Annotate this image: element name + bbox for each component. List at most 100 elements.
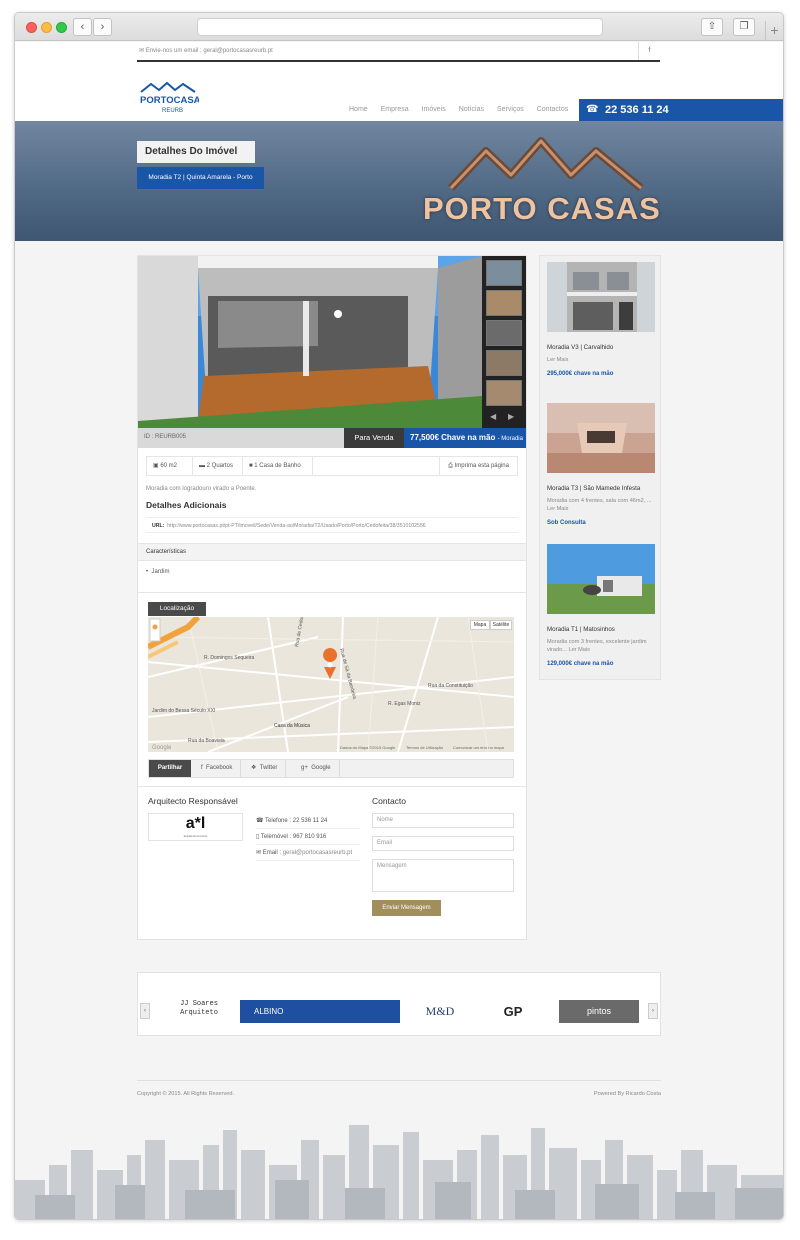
related-price: 129,000€ chave na mão: [547, 661, 614, 667]
map-attribution: Dados do Mapa ©2015 Google: [340, 745, 396, 750]
area-icon: ▣: [153, 463, 159, 469]
location-map[interactable]: R. Domingos Sequeira Rua de Cedofeita R.…: [148, 617, 514, 752]
map-type-button[interactable]: Mapa: [470, 620, 490, 630]
related-price: 295,000€ chave na mão: [547, 371, 614, 377]
property-id: ID : REURB005: [144, 434, 187, 440]
close-window-button[interactable]: [26, 22, 37, 33]
message-field[interactable]: Mensagem: [372, 859, 514, 892]
minimize-window-button[interactable]: [41, 22, 52, 33]
nav-servicos[interactable]: Serviços: [497, 106, 524, 113]
thumbnail[interactable]: [486, 320, 522, 346]
related-property-card[interactable]: Moradia T1 | Matosinhos Moradia com 3 fr…: [547, 544, 655, 667]
property-breadcrumb: Moradia T2 | Quinta Amarela - Porto: [137, 167, 264, 189]
facebook-icon[interactable]: f: [638, 42, 660, 60]
logo-line2: REURB: [162, 108, 183, 114]
address-bar[interactable]: [197, 18, 603, 36]
email-field[interactable]: Email: [372, 836, 514, 851]
architect-info: ☎ Telefone : 22 536 11 24 ▯ Telemóvel : …: [256, 813, 360, 861]
thumbnail-strip: ◀ ▶: [482, 256, 526, 428]
phone-banner[interactable]: ☎ 22 536 11 24: [579, 99, 783, 121]
map-terms-link: Termos de Utilização: [406, 745, 444, 750]
property-render-image: [138, 256, 482, 428]
banner-brand: PORTO CASAS: [423, 191, 661, 226]
forward-button[interactable]: ›: [93, 18, 112, 36]
share-label: Partilhar: [149, 760, 191, 777]
architect-logo-text: a*l: [185, 815, 206, 832]
nav-imoveis[interactable]: Imóveis: [422, 106, 446, 113]
share-facebook[interactable]: f Facebook: [193, 760, 242, 777]
feature-bathrooms: ■ 1 Casa de Banho: [243, 457, 313, 475]
carousel-prev-icon[interactable]: ‹: [140, 1003, 150, 1019]
url-value[interactable]: http://www.portocasas.pt/pt-PT/imoveil/S…: [167, 523, 425, 529]
related-text: Ler Mais: [547, 357, 569, 363]
architect-email: ✉ Email : geral@portocasasreurb.pt: [256, 845, 360, 861]
related-properties: Moradia V3 | Carvalhido Ler Mais 295,000…: [539, 255, 661, 680]
carousel-next-icon[interactable]: ›: [648, 1003, 658, 1019]
site-header: ✉ Envie-nos um email : geral@portocasasr…: [15, 42, 783, 121]
nav-home[interactable]: Home: [349, 106, 368, 113]
related-text: Moradia com 4 frentes, sala com 46m2, ..…: [547, 498, 652, 512]
partner-logo-jj-soares[interactable]: JJ Soares Arquiteto: [174, 1000, 224, 1023]
partner-logo-md[interactable]: M&D: [420, 1000, 460, 1023]
svg-text:Google: Google: [152, 745, 172, 751]
thumbnail[interactable]: [486, 290, 522, 316]
browser-toolbar: ‹ › ⇧ ❐ +: [15, 13, 783, 41]
twitter-icon: ❖: [251, 765, 257, 771]
related-title[interactable]: Moradia V3 | Carvalhido: [547, 344, 655, 351]
feature-area: ▣ 60 m2: [147, 457, 193, 475]
architect-logo: a*l arquitectura locus: [148, 813, 243, 841]
nav-noticias[interactable]: Notícias: [459, 106, 484, 113]
map-report-link: Comunicar um erro no mapa: [453, 745, 505, 750]
url-label: URL:: [152, 523, 165, 529]
roofs-graphic: [448, 137, 644, 192]
related-property-card[interactable]: Moradia T3 | São Mamede Infesta Moradia …: [547, 403, 655, 526]
tabs-icon[interactable]: ❐: [733, 18, 755, 36]
satellite-type-button[interactable]: Satélite: [490, 620, 512, 630]
map-street-label: Rua da Boavista: [188, 738, 225, 744]
partner-logo-pintos[interactable]: pintos: [559, 1000, 639, 1023]
partner-logo-gp[interactable]: GP: [498, 1000, 528, 1023]
location-tab[interactable]: Localização: [148, 602, 206, 616]
thumbnail[interactable]: [486, 260, 522, 286]
property-photo[interactable]: ◀ ▶: [138, 256, 526, 428]
email-link[interactable]: ✉ Envie-nos um email : geral@portocasasr…: [139, 47, 273, 54]
architect-logo-sub: arquitectura locus: [183, 834, 208, 838]
characteristics-heading: Características: [138, 543, 526, 561]
nav-contactos[interactable]: Contactos: [537, 106, 569, 113]
top-bar: ✉ Envie-nos um email : geral@portocasasr…: [137, 42, 660, 62]
contact-heading: Contacto: [372, 796, 407, 806]
nav-empresa[interactable]: Empresa: [381, 106, 409, 113]
related-title[interactable]: Moradia T1 | Matosinhos: [547, 626, 655, 633]
price-type: - Moradia: [497, 436, 523, 442]
related-property-card[interactable]: Moradia V3 | Carvalhido Ler Mais 295,000…: [547, 262, 655, 377]
share-icon[interactable]: ⇧: [701, 18, 723, 36]
print-button[interactable]: ⎙ Imprima esta página: [439, 457, 517, 475]
page-title: Detalhes Do Imóvel: [137, 141, 255, 163]
next-thumb-icon[interactable]: ▶: [508, 412, 514, 421]
name-field[interactable]: Nome: [372, 813, 514, 828]
architect-phone: ☎ Telefone : 22 536 11 24: [256, 813, 360, 829]
map-street-label: Rua da Constituição: [428, 683, 473, 689]
related-title[interactable]: Moradia T3 | São Mamede Infesta: [547, 485, 655, 492]
back-button[interactable]: ‹: [73, 18, 92, 36]
prev-thumb-icon[interactable]: ◀: [490, 412, 496, 421]
map-street-label: R. Egas Moniz: [388, 701, 421, 707]
property-details: ◀ ▶ ID : REURB005 Para Venda 77,500€ Cha…: [137, 255, 527, 940]
status-badge: Para Venda: [344, 428, 404, 448]
features-bar: ▣ 60 m2 ▬ 2 Quartos ■ 1 Casa de Banho ⎙ …: [146, 456, 518, 476]
property-id-bar: ID : REURB005 Para Venda 77,500€ Chave n…: [138, 428, 526, 448]
facebook-icon: f: [201, 765, 203, 771]
share-twitter[interactable]: ❖ Twitter: [243, 760, 287, 777]
share-bar: Partilhar f Facebook ❖ Twitter g+ Google: [148, 759, 514, 778]
site-logo[interactable]: PORTOCASAS REURB: [139, 79, 199, 115]
send-message-button[interactable]: Enviar Mensagem: [372, 900, 441, 916]
copyright: Copyright © 2015. All Rights Reserved.: [137, 1091, 235, 1097]
map-place-label: Jardim do Bessa Século XXI: [152, 708, 215, 714]
feature-bedrooms: ▬ 2 Quartos: [193, 457, 243, 475]
new-tab-button[interactable]: +: [765, 21, 783, 41]
partner-logo-albino[interactable]: ALBINO: [240, 1000, 400, 1023]
thumbnail[interactable]: [486, 380, 522, 406]
share-google[interactable]: g+ Google: [293, 760, 340, 777]
thumbnail[interactable]: [486, 350, 522, 376]
maximize-window-button[interactable]: [56, 22, 67, 33]
